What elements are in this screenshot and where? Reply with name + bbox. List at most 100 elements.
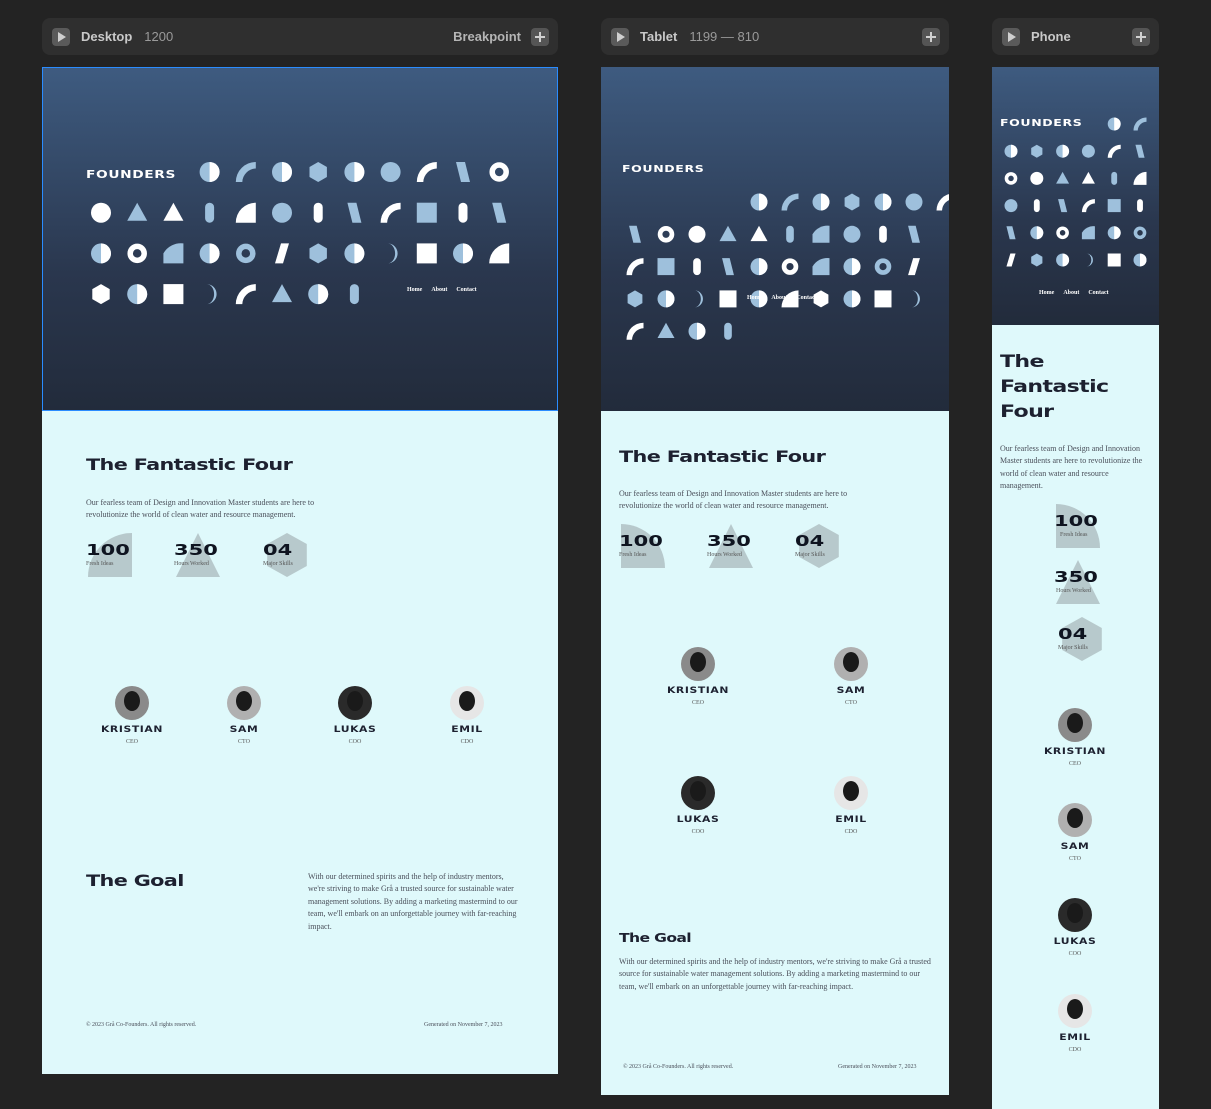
half-icon: [1056, 253, 1070, 267]
stat-number: 100: [619, 532, 663, 550]
member-name: KRISTIAN: [100, 725, 164, 735]
play-icon[interactable]: [611, 27, 629, 46]
circle-white-icon: [1030, 171, 1044, 185]
hero-shape-grid: [91, 162, 510, 305]
tri-icon: [272, 284, 292, 303]
nav-home-link[interactable]: Home: [407, 287, 422, 293]
member-role: CEO: [692, 700, 704, 706]
hex-icon: [309, 243, 327, 264]
half-icon: [1004, 144, 1018, 158]
pill-white-icon: [879, 225, 887, 243]
tri-icon: [1056, 171, 1070, 184]
square-white-icon: [1107, 253, 1121, 267]
play-icon[interactable]: [1002, 27, 1020, 46]
hero-shape-grid: [1004, 117, 1147, 267]
member-name: SAM: [229, 725, 259, 735]
nav-home-link[interactable]: Home: [747, 295, 762, 301]
team-member: EMIL CDO: [1025, 994, 1125, 1053]
quarter-icon: [1081, 226, 1095, 240]
breakpoint-button[interactable]: Breakpoint: [453, 29, 521, 44]
half-icon: [272, 162, 292, 182]
half-icon: [344, 243, 365, 264]
tri-white-icon: [750, 225, 768, 242]
avatar: [450, 686, 484, 720]
hex-icon: [1031, 144, 1043, 158]
para-icon: [492, 202, 507, 223]
half-icon: [1107, 226, 1121, 240]
avatar: [834, 776, 868, 810]
square-icon: [657, 258, 675, 276]
half-icon: [1107, 117, 1121, 131]
member-name: EMIL: [1059, 1033, 1091, 1043]
nav-contact-link[interactable]: Contact: [796, 295, 816, 301]
intro-text: Our fearless team of Design and Innovati…: [86, 498, 315, 520]
avatar: [338, 686, 372, 720]
member-role: CDO: [844, 829, 858, 835]
goal-text: With our determined spirits and the help…: [619, 957, 931, 991]
member-name: LUKAS: [1053, 937, 1097, 947]
half-icon: [874, 193, 892, 211]
quarter-icon: [812, 225, 830, 243]
arc-white-icon: [626, 258, 644, 276]
para-icon: [629, 225, 641, 243]
plus-icon[interactable]: [531, 27, 549, 46]
para-icon: [908, 225, 920, 243]
desktop-frame-bar: Desktop 1200 Breakpoint: [42, 18, 558, 55]
nav-contact-link[interactable]: Contact: [1088, 290, 1108, 296]
half-icon: [1030, 226, 1044, 240]
page-title-line: Four: [1000, 402, 1054, 422]
team-member: KRISTIAN CEO: [1025, 708, 1125, 767]
avatar: [115, 686, 149, 720]
quarter-white-icon: [1133, 171, 1147, 185]
stat-caption: Major Skills: [1058, 645, 1088, 651]
avatar: [834, 647, 868, 681]
para-icon: [1006, 226, 1016, 240]
play-icon[interactable]: [52, 27, 70, 46]
circle-white-icon: [91, 202, 111, 223]
nav-about-link[interactable]: About: [431, 287, 447, 293]
member-name: LUKAS: [676, 815, 720, 825]
member-name: LUKAS: [333, 725, 377, 735]
member-role: CTO: [1069, 856, 1081, 862]
nav-home-link[interactable]: Home: [1039, 290, 1054, 296]
half-icon: [812, 193, 830, 211]
stat-number: 100: [86, 541, 130, 559]
moon-icon: [206, 284, 217, 305]
arc-white-icon: [1081, 199, 1095, 213]
para-icon: [722, 258, 734, 276]
avatar: [681, 776, 715, 810]
square-white-icon: [874, 290, 892, 308]
team-member: KRISTIAN CEO: [82, 686, 182, 745]
plus-icon[interactable]: [1132, 27, 1150, 46]
nav-contact-link[interactable]: Contact: [456, 287, 476, 293]
frame-label: Tablet: [640, 29, 678, 44]
pill-icon: [724, 322, 732, 340]
quarter-icon: [812, 257, 830, 276]
page-title-line: Fantastic: [1000, 377, 1109, 397]
stat-number: 04: [263, 541, 293, 559]
half-icon: [688, 322, 706, 340]
ring-light-icon: [236, 243, 256, 264]
moon-icon: [387, 243, 398, 264]
hex-icon: [844, 193, 860, 211]
member-role: COO: [348, 739, 362, 745]
plus-icon[interactable]: [922, 27, 940, 46]
member-name: KRISTIAN: [666, 686, 730, 696]
nav-about-link[interactable]: About: [771, 295, 787, 301]
stat-number: 350: [707, 532, 751, 550]
para-icon: [456, 162, 470, 182]
main-nav: Home About Contact: [407, 287, 477, 293]
avatar: [681, 647, 715, 681]
moon-icon: [694, 290, 703, 308]
intro-text: Our fearless team of Design and Innovati…: [1000, 444, 1143, 491]
frame-size: 1199 — 810: [689, 29, 760, 44]
square-white-icon: [719, 290, 737, 308]
ring-icon: [657, 226, 675, 243]
quarter-icon: [163, 243, 184, 264]
avatar: [227, 686, 261, 720]
arc-white-icon: [235, 284, 256, 305]
pill-icon: [786, 225, 794, 243]
member-role: CDO: [460, 739, 474, 745]
half-icon: [750, 193, 768, 211]
nav-about-link[interactable]: About: [1063, 290, 1079, 296]
